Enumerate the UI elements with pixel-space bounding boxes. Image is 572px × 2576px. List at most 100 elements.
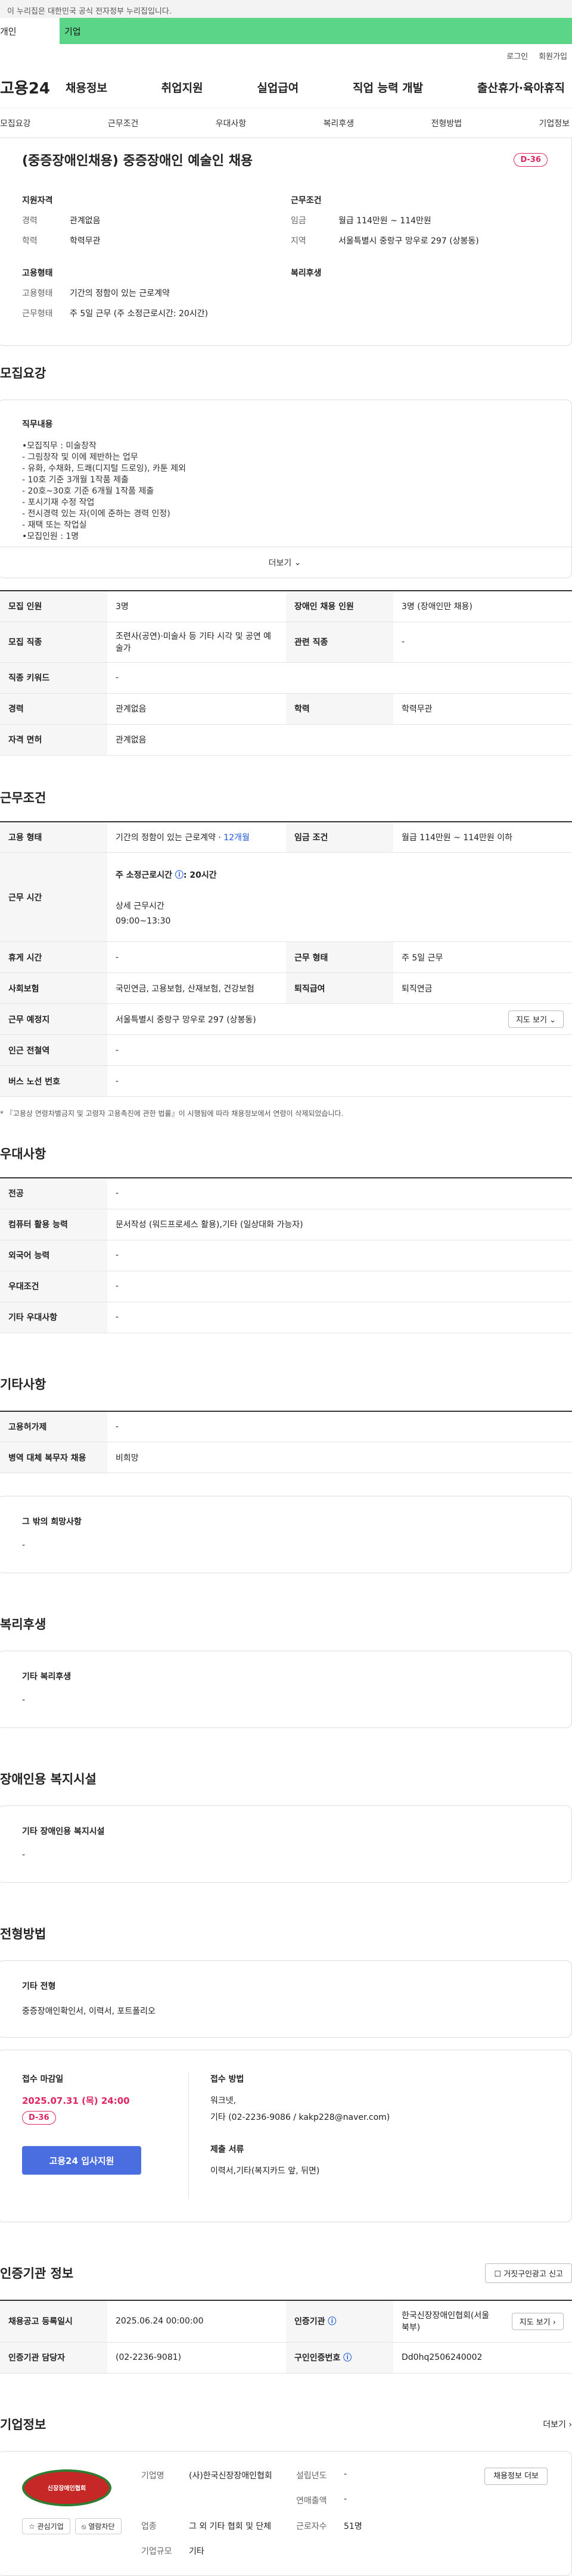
summary-wage-value: 월급 114만원 ~ 114만원 — [338, 216, 431, 226]
welfare-value: - — [22, 1695, 26, 1705]
selection-title: 기타 전형 — [22, 1982, 56, 1991]
cell-value: 조련사(공연)·미술사 등 기타 시각 및 공연 예술가 — [107, 622, 286, 663]
tab-personal[interactable]: 개인 — [0, 18, 60, 44]
subnav-work[interactable]: 근무조건 — [108, 117, 139, 129]
subnav-welfare[interactable]: 복리후생 — [324, 117, 355, 129]
subnav-preference[interactable]: 우대사항 — [216, 117, 247, 129]
cell-label: 근무 형태 — [286, 941, 393, 973]
cell-value: 3명 — [107, 591, 286, 622]
company-logo-text: 신장장애인협회 — [47, 2485, 86, 2492]
cell-value: 관계없음 — [107, 724, 572, 756]
subnav-company[interactable]: 기업정보 — [539, 117, 570, 129]
gnb-job-info[interactable]: 채용정보 — [66, 79, 107, 95]
gnb-skill-development[interactable]: 직업 능력 개발 — [353, 79, 423, 95]
info-icon[interactable]: ⓘ — [343, 2353, 352, 2363]
cell-value: 국민연금, 고용보험, 산재보험, 건강보험 — [107, 972, 286, 1004]
cell-label: 채용공고 등록일시 — [0, 2300, 107, 2343]
info-icon[interactable]: ⓘ — [175, 871, 184, 880]
cell-label: 버스 노선 번호 — [0, 1065, 107, 1097]
detail-hours-value: 09:00~13:30 — [116, 916, 171, 926]
week-hours-value: 20시간 — [189, 870, 217, 880]
block-view-button[interactable]: ⦸ 열람차단 — [74, 2518, 122, 2534]
signup-link[interactable]: 회원가입 — [539, 50, 567, 61]
dday-badge: D-36 — [514, 152, 548, 167]
cell-label: 고용허가제 — [0, 1411, 107, 1442]
subnav-selection[interactable]: 전형방법 — [431, 117, 462, 129]
report-fake-ad-button[interactable]: ☐ 거짓구인광고 신고 — [485, 2263, 572, 2283]
cell-label: 장애인 채용 인원 — [286, 591, 393, 622]
map-button[interactable]: 지도 보기 › — [511, 2312, 564, 2330]
company-more-link[interactable]: 더보기 › — [543, 2418, 572, 2430]
num-label: 구인인증번호 — [294, 2353, 341, 2363]
docs-title: 제출 서류 — [210, 2145, 244, 2154]
cell-value: 관계없음 — [107, 693, 286, 725]
report-button-label: 거짓구인광고 신고 — [503, 2269, 563, 2279]
apply-left: 접수 마감일 2025.07.31 (목) 24:00 D-36 고용24 입사… — [22, 2073, 189, 2199]
recruit-table: 모집 인원 3명 장애인 채용 인원 3명 (장애인만 채용) 모집 직종 조련사(공… — [0, 590, 572, 756]
company-industry-value: 그 외 기타 협회 및 단체 — [189, 2521, 272, 2531]
emp-months-value: 12개월 — [223, 832, 250, 843]
deadline-title: 접수 마감일 — [22, 2075, 64, 2084]
info-icon[interactable]: ⓘ — [328, 2317, 336, 2326]
company-sales-value: - — [344, 2494, 347, 2504]
cell-label: 고용 형태 — [0, 821, 107, 853]
cell-label: 자격 면허 — [0, 724, 107, 756]
table-row: 인근 전철역 - — [0, 1034, 572, 1066]
global-nav: 고용24 채용정보 취업지원 실업급여 직업 능력 개발 출산휴가·육아휴직 — [0, 67, 572, 108]
duty-more-button[interactable]: 더보기 ⌄ — [0, 547, 571, 578]
company-staff-value: 51명 — [344, 2521, 362, 2531]
cell-label: 기타 우대사항 — [0, 1302, 107, 1333]
dday-badge: D-36 — [22, 2111, 56, 2125]
cell-value: - — [107, 1240, 572, 1271]
table-row: 외국어 능력 - — [0, 1240, 572, 1271]
tab-company[interactable]: 기업 — [60, 18, 572, 44]
table-row: 직종 키워드 - — [0, 662, 572, 694]
company-jobs-area: 채용정보 더보 — [484, 2467, 548, 2558]
summary-worktype-label: 근무형태 — [22, 309, 53, 319]
org-label: 인증기관 — [294, 2317, 325, 2327]
interest-label: 관심기업 — [37, 2522, 64, 2531]
cell-label: 관련 직종 — [286, 622, 393, 663]
cell-value: 3명 (장애인만 채용) — [393, 591, 572, 622]
section-subnav: 모집요강 근무조건 우대사항 복리후생 전형방법 기업정보 — [0, 108, 572, 138]
table-row: 기타 우대사항 - — [0, 1302, 572, 1333]
table-row: 경력 관계없음 학력 학력무관 — [0, 693, 572, 725]
map-button[interactable]: 지도 보기 ⌄ — [508, 1011, 564, 1028]
gnb-unemployment-benefit[interactable]: 실업급여 — [257, 79, 299, 95]
cell-label: 사회보험 — [0, 972, 107, 1004]
cell-label: 인증기관 담당자 — [0, 2342, 107, 2374]
table-row: 모집 직종 조련사(공연)·미술사 등 기타 시각 및 공연 예술가 관련 직종 - — [0, 622, 572, 663]
cert-table: 채용공고 등록일시 2025.06.24 00:00:00 인증기관 ⓘ 한국신장… — [0, 2300, 572, 2374]
etc-table: 고용허가제 - 병역 대체 복무자 채용 비희망 — [0, 1410, 572, 1473]
cell-value: 서울특별시 중랑구 망우로 297 (상봉동) 지도 보기 ⌄ — [107, 1003, 572, 1035]
map-button-label: 지도 보기 — [519, 2318, 551, 2327]
cell-value: - — [107, 662, 572, 694]
table-row: 휴게 시간 - 근무 형태 주 5일 근무 — [0, 941, 572, 973]
method-value-2: 기타 (02-2236-9086 / kakp228@naver.com) — [210, 2113, 390, 2122]
login-link[interactable]: 로그인 — [506, 50, 528, 61]
top-tabs: 개인 기업 — [0, 18, 572, 44]
cell-value: 문서작성 (워드프로세스 활용),기타 (일상대화 가능자) — [107, 1209, 572, 1240]
apply-button[interactable]: 고용24 입사지원 — [22, 2146, 141, 2175]
subnav-recruit[interactable]: 모집요강 — [0, 117, 31, 129]
docs-value: 이력서,기타(복지카드 앞, 뒤면) — [210, 2166, 320, 2176]
cell-value: - — [107, 941, 286, 973]
org-value: 한국신장장애인협회(서울북부) — [402, 2311, 490, 2333]
chevron-down-icon: ⌄ — [549, 1016, 556, 1025]
work-table: 고용 형태 기간의 정함이 있는 근로계약 · 12개월 임금 조건 월급 114… — [0, 821, 572, 1097]
cell-label: 경력 — [0, 693, 107, 725]
section-company-title: 기업정보 — [0, 2417, 46, 2432]
cell-value: Dd0hq2506240002 — [393, 2342, 572, 2374]
gnb-employment-support[interactable]: 취업지원 — [161, 79, 203, 95]
gnb-parental-leave[interactable]: 출산휴가·육아휴직 — [477, 79, 565, 95]
cell-value: - — [107, 1411, 572, 1442]
cell-value: 2025.06.24 00:00:00 — [107, 2300, 286, 2343]
summary-edu-label: 학력 — [22, 236, 38, 246]
cell-value: (02-2236-9081) — [107, 2342, 286, 2374]
company-jobs-button[interactable]: 채용정보 더보 — [484, 2467, 548, 2485]
cell-value: 기간의 정함이 있는 근로계약 · 12개월 — [107, 821, 286, 853]
interest-company-button[interactable]: ☆ 관심기업 — [22, 2518, 70, 2534]
apply-card: 접수 마감일 2025.07.31 (목) 24:00 D-36 고용24 입사… — [0, 2050, 572, 2222]
job-title: (중증장애인채용) 중증장애인 예술인 채용 — [22, 154, 253, 169]
site-logo[interactable]: 고용24 — [0, 76, 66, 98]
